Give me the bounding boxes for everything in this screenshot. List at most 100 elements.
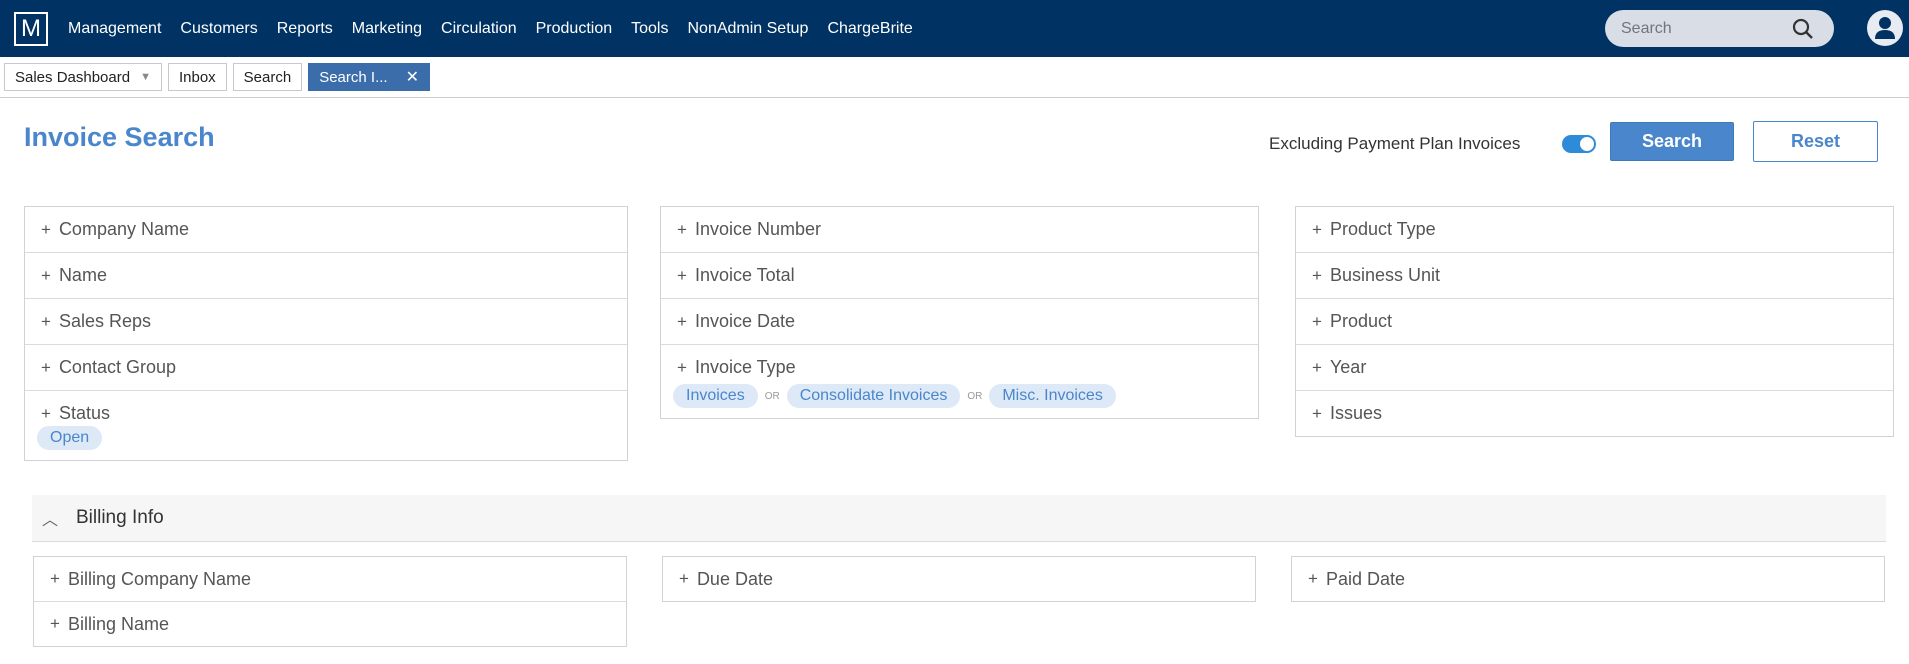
tab-strip: Sales Dashboard ▼ Inbox Search Search I.… bbox=[0, 57, 1909, 98]
tab-label: Search I... bbox=[319, 68, 388, 86]
filter-label: Due Date bbox=[696, 568, 773, 589]
plus-icon: + bbox=[41, 219, 51, 239]
app-logo[interactable]: M bbox=[14, 11, 48, 46]
nav-item-reports[interactable]: Reports bbox=[277, 20, 333, 38]
reset-button[interactable]: Reset bbox=[1753, 121, 1878, 162]
billing-panel-3: + Paid Date bbox=[1291, 556, 1885, 602]
or-separator: OR bbox=[764, 390, 780, 402]
filter-invoice-total[interactable]: + Invoice Total bbox=[661, 253, 1258, 299]
filter-product[interactable]: + Product bbox=[1296, 299, 1893, 345]
filter-invoice-type[interactable]: + Invoice Type Invoices OR Consolidate In… bbox=[661, 345, 1258, 418]
chevron-down-icon[interactable]: ▼ bbox=[140, 71, 151, 83]
plus-icon: + bbox=[679, 569, 689, 588]
toggle-knob bbox=[1580, 137, 1594, 151]
chip-open[interactable]: Open bbox=[37, 426, 103, 450]
filter-year[interactable]: + Year bbox=[1296, 345, 1893, 391]
plus-icon: + bbox=[677, 219, 687, 239]
filter-label: Invoice Number bbox=[694, 219, 821, 239]
main-menu: Management Customers Reports Marketing C… bbox=[68, 20, 932, 38]
filter-label: Contact Group bbox=[58, 357, 176, 377]
plus-icon: + bbox=[41, 311, 51, 331]
filter-label: Product bbox=[1329, 311, 1392, 331]
nav-item-production[interactable]: Production bbox=[536, 20, 613, 38]
nav-item-circulation[interactable]: Circulation bbox=[441, 20, 517, 38]
plus-icon: + bbox=[677, 311, 687, 331]
global-search-input[interactable] bbox=[1619, 18, 1783, 39]
chip-invoices[interactable]: Invoices bbox=[673, 384, 758, 408]
filter-sales-reps[interactable]: + Sales Reps bbox=[25, 299, 627, 345]
tab-invoice-search[interactable]: Search I... ✕ bbox=[308, 63, 430, 91]
filter-business-unit[interactable]: + Business Unit bbox=[1296, 253, 1893, 299]
or-separator: OR bbox=[967, 390, 983, 402]
invoice-type-chips: Invoices OR Consolidate Invoices OR Misc… bbox=[673, 384, 1242, 418]
chevron-up-icon[interactable]: ︿ bbox=[42, 506, 66, 530]
tab-search[interactable]: Search bbox=[232, 63, 303, 91]
filter-label: Business Unit bbox=[1329, 265, 1440, 285]
billing-info-header[interactable]: ︿ Billing Info bbox=[32, 495, 1886, 542]
nav-item-customers[interactable]: Customers bbox=[180, 20, 257, 38]
filter-label: Issues bbox=[1329, 403, 1382, 423]
global-search bbox=[1605, 10, 1834, 47]
filter-panel-customer: + Company Name + Name + Sales Reps + Contact… bbox=[24, 206, 628, 461]
filter-paid-date[interactable]: + Paid Date bbox=[1292, 557, 1884, 601]
filter-name[interactable]: + Name bbox=[25, 253, 627, 299]
exclude-payment-plan-label: Excluding Payment Plan Invoices bbox=[1269, 134, 1521, 153]
filter-invoice-number[interactable]: + Invoice Number bbox=[661, 207, 1258, 253]
filter-invoice-date[interactable]: + Invoice Date bbox=[661, 299, 1258, 345]
nav-item-tools[interactable]: Tools bbox=[631, 20, 668, 38]
filter-company-name[interactable]: + Company Name bbox=[25, 207, 627, 253]
filter-contact-group[interactable]: + Contact Group bbox=[25, 345, 627, 391]
filter-label: Year bbox=[1329, 357, 1367, 377]
filter-issues[interactable]: + Issues bbox=[1296, 391, 1893, 436]
filter-label: Company Name bbox=[58, 219, 189, 239]
plus-icon: + bbox=[41, 265, 51, 285]
plus-icon: + bbox=[50, 569, 60, 588]
filter-label: Paid Date bbox=[1325, 568, 1405, 589]
plus-icon: + bbox=[1312, 311, 1322, 331]
tab-label: Search bbox=[243, 68, 292, 86]
filter-label: Name bbox=[58, 265, 107, 285]
plus-icon: + bbox=[1312, 219, 1322, 239]
page-title: Invoice Search bbox=[24, 122, 215, 152]
chip-consolidate-invoices[interactable]: Consolidate Invoices bbox=[786, 384, 961, 408]
search-icon[interactable] bbox=[1792, 18, 1814, 45]
search-button[interactable]: Search bbox=[1610, 122, 1734, 161]
filter-label: Invoice Total bbox=[694, 265, 795, 285]
plus-icon: + bbox=[1312, 265, 1322, 285]
tab-label: Sales Dashboard bbox=[15, 68, 131, 86]
nav-item-chargebrite[interactable]: ChargeBrite bbox=[827, 20, 912, 38]
nav-item-management[interactable]: Management bbox=[68, 20, 161, 38]
filter-label: Status bbox=[58, 403, 110, 423]
plus-icon: + bbox=[1312, 403, 1322, 423]
filter-billing-company-name[interactable]: + Billing Company Name bbox=[34, 557, 626, 602]
plus-icon: + bbox=[50, 614, 60, 633]
billing-panel-2: + Due Date bbox=[662, 556, 1256, 602]
nav-item-marketing[interactable]: Marketing bbox=[352, 20, 422, 38]
plus-icon: + bbox=[41, 357, 51, 377]
exclude-payment-plan-toggle[interactable] bbox=[1562, 135, 1596, 153]
plus-icon: + bbox=[1312, 357, 1322, 377]
filter-status[interactable]: + Status Open bbox=[25, 391, 627, 460]
filter-label: Invoice Type bbox=[694, 357, 796, 377]
close-icon[interactable]: ✕ bbox=[406, 67, 419, 87]
tab-sales-dashboard[interactable]: Sales Dashboard ▼ bbox=[4, 63, 162, 91]
filter-label: Billing Company Name bbox=[67, 568, 252, 589]
filter-panel-invoice: + Invoice Number + Invoice Total + Invoice … bbox=[660, 206, 1259, 419]
filter-panel-product: + Product Type + Business Unit + Product + Y… bbox=[1295, 206, 1894, 437]
plus-icon: + bbox=[1308, 569, 1318, 588]
top-nav: M Management Customers Reports Marketing… bbox=[0, 0, 1909, 57]
filter-label: Billing Name bbox=[67, 613, 169, 634]
filter-due-date[interactable]: + Due Date bbox=[663, 557, 1255, 601]
user-avatar-icon[interactable] bbox=[1867, 10, 1903, 46]
filter-billing-name[interactable]: + Billing Name bbox=[34, 602, 626, 646]
status-chips: Open bbox=[37, 426, 611, 460]
tab-inbox[interactable]: Inbox bbox=[167, 63, 227, 91]
filter-product-type[interactable]: + Product Type bbox=[1296, 207, 1893, 253]
billing-panel-1: + Billing Company Name + Billing Name bbox=[33, 556, 627, 647]
filter-label: Invoice Date bbox=[694, 311, 795, 331]
tab-label: Inbox bbox=[178, 68, 216, 86]
billing-info-title: Billing Info bbox=[76, 507, 164, 528]
nav-item-nonadmin-setup[interactable]: NonAdmin Setup bbox=[687, 20, 808, 38]
chip-misc-invoices[interactable]: Misc. Invoices bbox=[989, 384, 1116, 408]
plus-icon: + bbox=[41, 403, 51, 423]
